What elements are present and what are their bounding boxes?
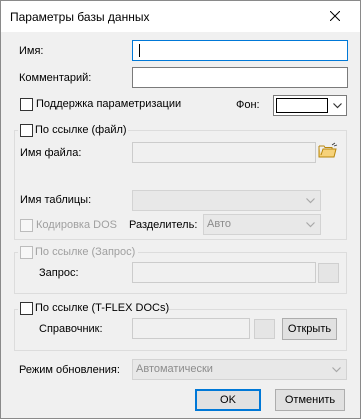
dos-encoding-checkbox[interactable] <box>20 219 33 232</box>
chevron-down-icon <box>306 222 315 228</box>
parametrization-label: Поддержка параметризации <box>36 98 182 110</box>
query-label: Запрос: <box>39 267 79 279</box>
separator-combobox[interactable]: Авто <box>203 214 321 235</box>
file-link-label: По ссылке (файл) <box>35 124 127 136</box>
filename-input[interactable] <box>132 142 316 163</box>
chevron-down-icon <box>333 103 342 109</box>
chevron-down-icon <box>332 367 341 373</box>
database-parameters-dialog: Параметры базы данных Имя: Комментарий: … <box>0 0 361 419</box>
close-button[interactable] <box>315 4 355 28</box>
query-link-checkbox[interactable] <box>20 246 33 259</box>
update-mode-combobox[interactable]: Автоматически <box>132 359 347 380</box>
separator-label: Разделитель: <box>129 219 198 231</box>
reference-label: Справочник: <box>39 323 103 335</box>
table-name-label: Имя таблицы: <box>20 194 92 206</box>
update-mode-label: Режим обновления: <box>19 364 120 376</box>
comment-label: Комментарий: <box>19 72 92 84</box>
query-browse-button[interactable] <box>318 263 339 283</box>
folder-open-icon <box>318 142 338 158</box>
window-title: Параметры базы данных <box>10 10 150 24</box>
dos-encoding-label: Кодировка DOS <box>36 219 117 231</box>
file-link-checkbox[interactable] <box>20 124 33 137</box>
reference-browse-button[interactable] <box>254 319 275 339</box>
query-input[interactable] <box>132 262 316 283</box>
tflex-link-checkbox[interactable] <box>20 302 33 315</box>
query-link-label: По ссылке (Запрос) <box>35 246 136 258</box>
background-color-swatch <box>276 98 328 113</box>
comment-input[interactable] <box>132 67 348 88</box>
title-bar: Параметры базы данных <box>1 1 360 32</box>
chevron-down-icon <box>306 198 315 204</box>
ok-button[interactable]: OK <box>195 389 261 411</box>
browse-file-button[interactable] <box>318 142 340 162</box>
parametrization-checkbox[interactable] <box>20 98 33 111</box>
background-label: Фон: <box>236 99 260 111</box>
close-icon <box>330 11 340 21</box>
table-name-combobox[interactable] <box>132 190 321 211</box>
cancel-button[interactable]: Отменить <box>275 389 345 411</box>
filename-label: Имя файла: <box>20 147 82 159</box>
background-color-picker[interactable] <box>273 95 347 116</box>
reference-input[interactable] <box>132 318 250 339</box>
name-input[interactable] <box>132 40 348 61</box>
tflex-link-label: По ссылке (T-FLEX DOCs) <box>35 302 170 314</box>
name-label: Имя: <box>19 45 44 57</box>
open-button[interactable]: Открыть <box>282 318 337 340</box>
text-caret <box>139 44 140 57</box>
